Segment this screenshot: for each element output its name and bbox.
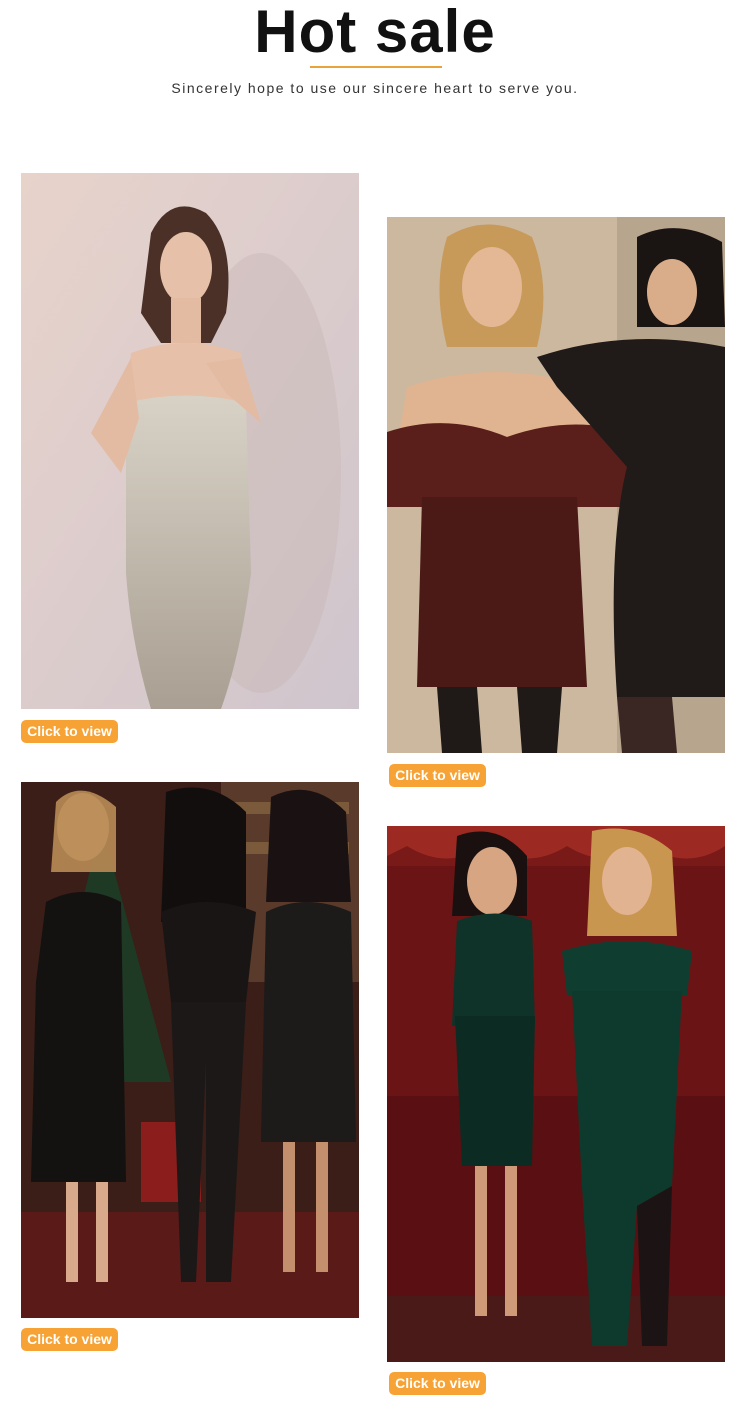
click-to-view-button-2[interactable]: Click to view <box>389 764 486 787</box>
title-underline <box>310 66 442 68</box>
click-to-view-button-3[interactable]: Click to view <box>21 1328 118 1351</box>
section-subtitle: Sincerely hope to use our sincere heart … <box>171 80 579 96</box>
product-image-1[interactable] <box>21 173 359 709</box>
product-image-2[interactable] <box>387 217 725 753</box>
click-to-view-button-1[interactable]: Click to view <box>21 720 118 743</box>
product-image-3[interactable] <box>21 782 359 1318</box>
click-to-view-button-4[interactable]: Click to view <box>389 1372 486 1395</box>
section-title: Hot sale <box>254 0 496 65</box>
product-image-4[interactable] <box>387 826 725 1362</box>
